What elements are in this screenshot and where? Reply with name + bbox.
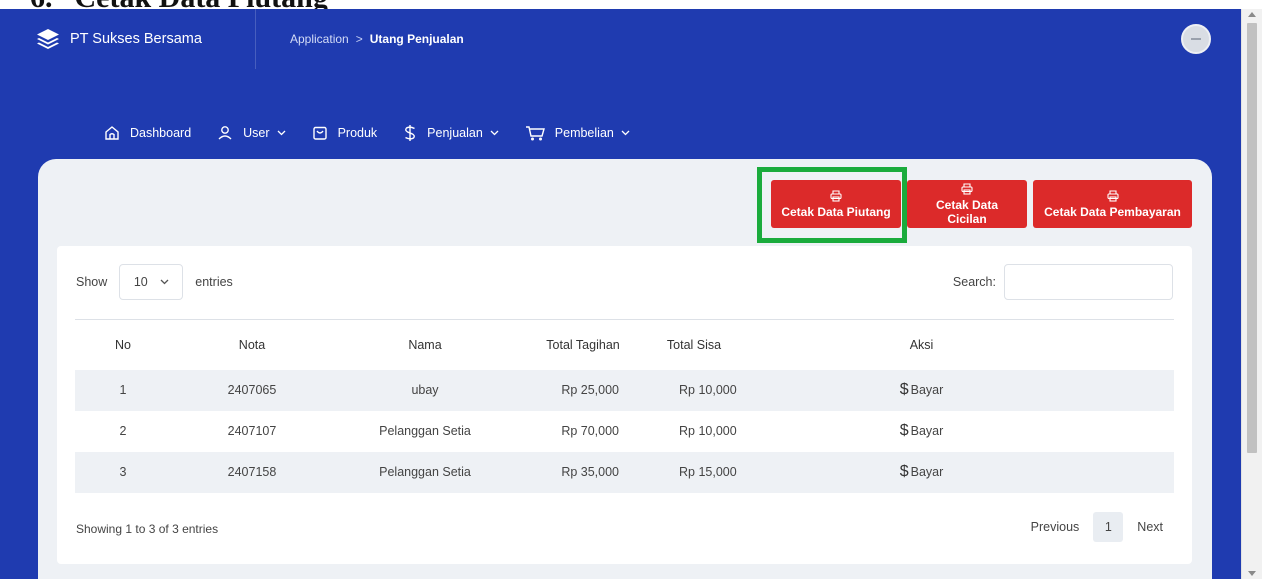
cart-icon xyxy=(525,126,545,141)
nav-label: Penjualan xyxy=(427,126,483,140)
nav-item-dashboard[interactable]: Dashboard xyxy=(104,125,191,141)
bayar-label: Bayar xyxy=(910,465,944,479)
nav-label: User xyxy=(243,126,270,140)
bayar-button[interactable]: $ Bayar xyxy=(900,463,944,481)
table-row: 1 2407065 ubay Rp 25,000 Rp 10,000 $ Baya… xyxy=(75,369,1174,411)
vertical-scrollbar[interactable] xyxy=(1241,9,1262,579)
column-header-total-sisa[interactable]: Total Sisa xyxy=(649,320,779,370)
nav-item-penjualan[interactable]: Penjualan xyxy=(403,124,499,142)
chevron-down-icon xyxy=(160,279,169,285)
dollar-icon: $ xyxy=(899,422,909,439)
scroll-down-icon[interactable] xyxy=(1248,571,1256,576)
search-input[interactable] xyxy=(1004,264,1173,300)
cell-nota: 2407107 xyxy=(227,424,277,438)
breadcrumb-parent[interactable]: Application xyxy=(290,32,349,46)
printer-icon xyxy=(961,182,973,195)
cell-nama: Pelanggan Setia xyxy=(379,465,471,479)
column-header-no[interactable]: No xyxy=(75,320,171,370)
search-label: Search: xyxy=(952,275,996,289)
chevron-down-icon xyxy=(621,130,630,136)
printer-icon xyxy=(1106,189,1119,202)
column-header-nama[interactable]: Nama xyxy=(333,320,517,370)
cell-total-tagihan: Rp 70,000 xyxy=(561,424,619,438)
dollar-icon xyxy=(405,125,416,141)
search-control: Search: xyxy=(953,264,1173,300)
table-row: 2 2407107 Pelanggan Setia Rp 70,000 Rp 1… xyxy=(75,411,1174,452)
table-panel: Show 10 entries Search: No Nota Nama Tot… xyxy=(57,246,1192,564)
scroll-thumb[interactable] xyxy=(1247,23,1257,453)
home-icon xyxy=(105,126,119,140)
nav-label: Pembelian xyxy=(554,126,614,140)
dollar-icon: $ xyxy=(899,381,909,398)
nav-item-produk[interactable]: Produk xyxy=(312,125,378,141)
nav-item-user[interactable]: User xyxy=(217,125,286,141)
table-header-row: No Nota Nama Total Tagihan Total Sisa Ak… xyxy=(75,319,1174,370)
chevron-down-icon xyxy=(277,130,286,136)
button-label: Cetak Data Cicilan xyxy=(935,197,999,226)
scroll-up-icon[interactable] xyxy=(1248,12,1256,17)
table-info: Showing 1 to 3 of 3 entries xyxy=(76,522,219,536)
bayar-button[interactable]: $ Bayar xyxy=(900,422,944,440)
dollar-icon: $ xyxy=(899,463,909,480)
page-length-select[interactable]: 10 xyxy=(119,264,184,300)
top-bar: PT Sukses Bersama Application > Utang Pe… xyxy=(0,9,1241,69)
button-label: Cetak Data Pembayaran xyxy=(1044,204,1181,219)
user-icon xyxy=(218,126,232,140)
button-label: Cetak Data Piutang xyxy=(781,204,891,219)
cell-total-tagihan: Rp 35,000 xyxy=(561,465,619,479)
cell-nama: Pelanggan Setia xyxy=(379,424,471,438)
main-nav: Dashboard User Produk Penjualan Pembelia… xyxy=(104,120,656,146)
print-actions: Cetak Data Piutang Cetak Data Cicilan Ce… xyxy=(771,180,1192,228)
bayar-button[interactable]: $ Bayar xyxy=(900,381,944,399)
cell-nota: 2407065 xyxy=(227,383,277,397)
cell-aksi: $ Bayar xyxy=(779,411,1174,452)
page-length-control: Show 10 entries xyxy=(76,264,233,300)
cell-aksi: $ Bayar xyxy=(779,452,1174,493)
content-card: Cetak Data Piutang Cetak Data Cicilan Ce… xyxy=(38,159,1212,579)
brand-name: PT Sukses Bersama xyxy=(70,31,202,47)
page-length-value: 10 xyxy=(133,275,148,289)
layers-icon xyxy=(37,29,59,49)
chevron-down-icon xyxy=(490,130,499,136)
nav-label: Dashboard xyxy=(130,126,192,140)
cell-total-tagihan: Rp 25,000 xyxy=(561,383,619,397)
entries-label: entries xyxy=(195,275,233,289)
pagination: Previous 1 Next xyxy=(1021,512,1173,542)
brand[interactable]: PT Sukses Bersama xyxy=(0,9,256,69)
nav-item-pembelian[interactable]: Pembelian xyxy=(525,125,630,141)
nav-label: Produk xyxy=(337,126,378,140)
bayar-label: Bayar xyxy=(910,424,944,438)
page-button-current[interactable]: 1 xyxy=(1093,512,1124,542)
previous-button[interactable]: Previous xyxy=(1021,520,1090,534)
avatar[interactable] xyxy=(1181,24,1211,54)
column-header-nota[interactable]: Nota xyxy=(171,320,333,370)
next-button[interactable]: Next xyxy=(1127,520,1173,534)
cell-nota: 2407158 xyxy=(227,465,277,479)
cell-total-sisa: Rp 10,000 xyxy=(679,383,737,397)
column-header-total-tagihan[interactable]: Total Tagihan xyxy=(517,320,649,370)
cell-nama: ubay xyxy=(411,383,439,397)
breadcrumb-separator: > xyxy=(355,32,363,46)
print-piutang-button[interactable]: Cetak Data Piutang xyxy=(771,180,901,228)
cell-aksi: $ Bayar xyxy=(779,370,1174,411)
cell-no: 3 xyxy=(119,465,127,479)
show-label: Show xyxy=(76,275,108,289)
app-window: PT Sukses Bersama Application > Utang Pe… xyxy=(0,9,1241,579)
utang-table: No Nota Nama Total Tagihan Total Sisa Ak… xyxy=(75,319,1174,493)
cell-no: 2 xyxy=(119,424,127,438)
print-cicilan-button[interactable]: Cetak Data Cicilan xyxy=(907,180,1027,228)
bag-icon xyxy=(312,126,327,140)
cell-total-sisa: Rp 15,000 xyxy=(679,465,737,479)
cell-no: 1 xyxy=(119,383,127,397)
table-row: 3 2407158 Pelanggan Setia Rp 35,000 Rp 1… xyxy=(75,451,1174,493)
cell-total-sisa: Rp 10,000 xyxy=(679,424,737,438)
print-pembayaran-button[interactable]: Cetak Data Pembayaran xyxy=(1033,180,1192,228)
breadcrumb-current: Utang Penjualan xyxy=(369,32,464,46)
printer-icon xyxy=(830,189,842,202)
bayar-label: Bayar xyxy=(910,383,944,397)
breadcrumb: Application > Utang Penjualan xyxy=(290,9,464,69)
column-header-aksi: Aksi xyxy=(909,337,934,352)
